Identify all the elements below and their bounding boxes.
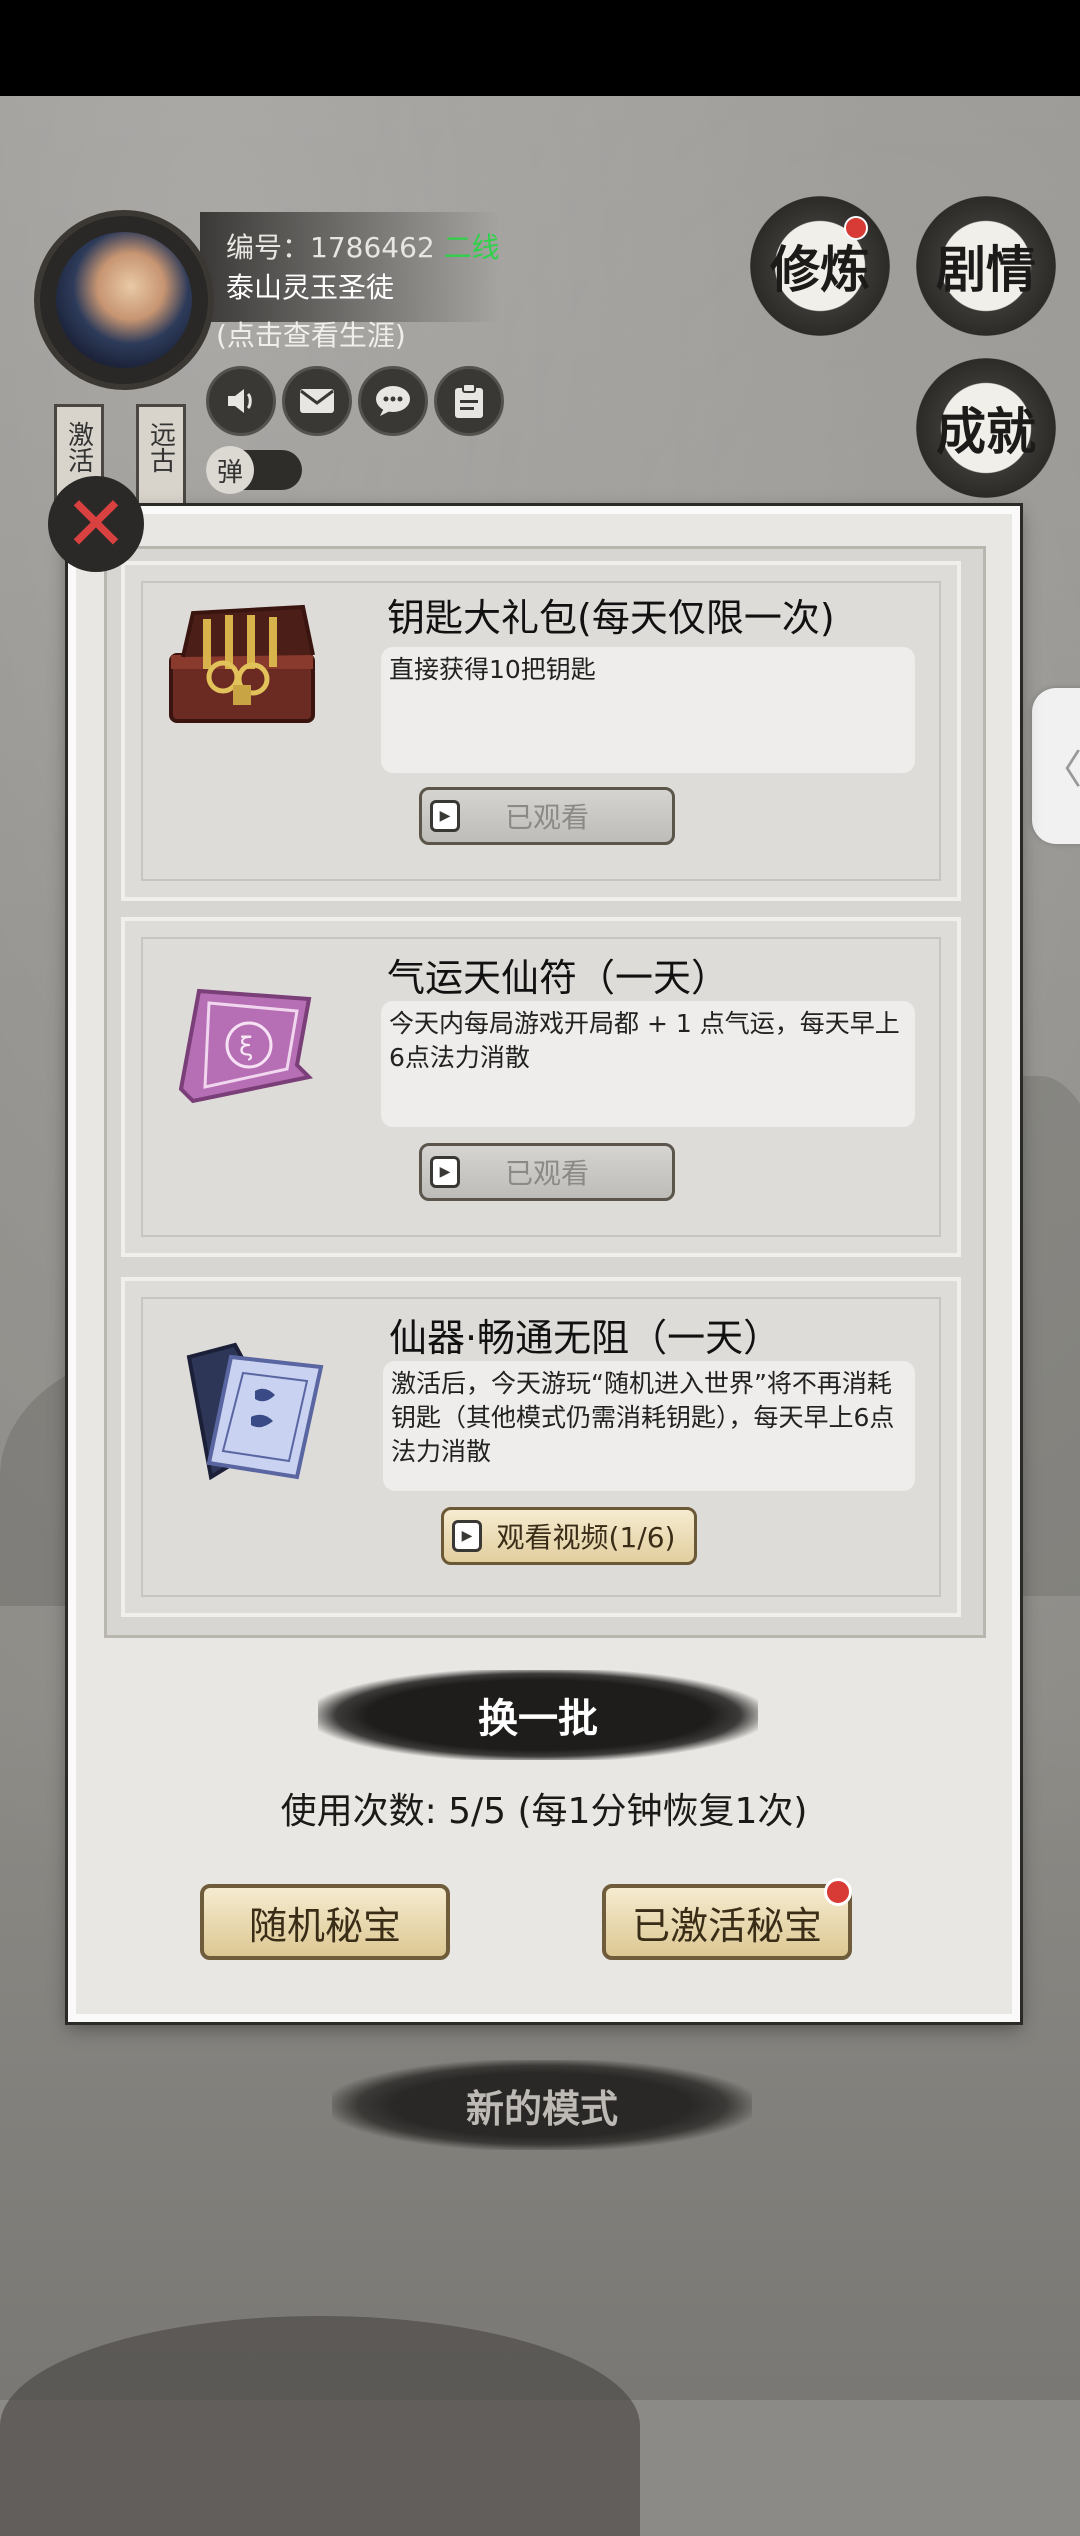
side-drawer-handle[interactable]: 〈 xyxy=(1032,688,1080,844)
mail-button[interactable] xyxy=(282,366,352,436)
mountain-bottom xyxy=(0,2316,640,2536)
barrage-toggle[interactable]: 弹 xyxy=(206,446,302,494)
treasure-modal: 钥匙大礼包(每天仅限一次) 直接获得10把钥匙 ▶ 已观看 ξ 气运天仙符（一天… xyxy=(68,506,1020,2022)
treasure-list: 钥匙大礼包(每天仅限一次) 直接获得10把钥匙 ▶ 已观看 ξ 气运天仙符（一天… xyxy=(104,546,986,1638)
side-tab-label: 远古 xyxy=(145,421,176,473)
talisman-icon: ξ xyxy=(178,988,314,1104)
mail-icon xyxy=(300,389,334,413)
close-button[interactable]: ✕ xyxy=(48,476,144,572)
treasure-card: ξ 气运天仙符（一天） 今天内每局游戏开局都 + 1 点气运，每天早上6点法力消… xyxy=(121,917,961,1257)
player-title: 泰山灵玉圣徒 xyxy=(226,271,395,304)
side-tab-ancient[interactable]: 远古 xyxy=(136,404,186,514)
activated-treasure-label: 已激活秘宝 xyxy=(631,1903,822,1948)
random-treasure-button[interactable]: 随机秘宝 xyxy=(200,1884,450,1960)
watch-button-label: 已观看 xyxy=(504,801,589,834)
usage-count-text: 使用次数: 5/5 (每1分钟恢复1次) xyxy=(280,1791,808,1832)
item-desc-box: 直接获得10把钥匙 xyxy=(381,647,915,773)
player-id: 编号：1786462 xyxy=(226,231,435,264)
watched-button[interactable]: ▶ 已观看 xyxy=(419,787,675,845)
video-play-icon: ▶ xyxy=(452,1520,482,1552)
watch-button-label: 已观看 xyxy=(504,1157,589,1190)
item-desc: 直接获得10把钥匙 xyxy=(389,655,596,684)
watched-button[interactable]: ▶ 已观看 xyxy=(419,1143,675,1201)
chevron-left-icon: 〈 xyxy=(1042,747,1080,793)
notice-button[interactable] xyxy=(434,366,504,436)
video-play-icon: ▶ xyxy=(430,1156,460,1188)
player-server-line: 二线 xyxy=(443,231,500,264)
chat-button[interactable] xyxy=(358,366,428,436)
chat-icon xyxy=(376,386,410,416)
achievement-button[interactable]: 成就 xyxy=(916,358,1056,498)
cultivate-button[interactable]: 修炼 xyxy=(750,196,890,336)
item-title: 气运天仙符（一天） xyxy=(387,956,730,1000)
notification-dot xyxy=(824,1878,852,1906)
svg-text:ξ: ξ xyxy=(239,1032,254,1062)
avatar-frame[interactable] xyxy=(34,210,214,390)
new-mode-button[interactable]: 新的模式 xyxy=(332,2060,752,2150)
refresh-batch-button[interactable]: 换一批 xyxy=(318,1670,758,1760)
treasure-card: 钥匙大礼包(每天仅限一次) 直接获得10把钥匙 ▶ 已观看 xyxy=(121,561,961,901)
cultivate-label: 修炼 xyxy=(770,240,870,299)
watch-button-label: 观看视频(1/6) xyxy=(496,1521,676,1554)
new-mode-label: 新的模式 xyxy=(465,2086,618,2131)
speaker-icon xyxy=(228,389,252,413)
watch-video-button[interactable]: ▶ 观看视频(1/6) xyxy=(441,1507,697,1565)
random-treasure-label: 随机秘宝 xyxy=(248,1903,401,1948)
toggle-knob: 弹 xyxy=(206,446,254,494)
refresh-label: 换一批 xyxy=(478,1696,598,1742)
activated-treasure-button[interactable]: 已激活秘宝 xyxy=(602,1878,852,1960)
treasure-card: 仙器·畅通无阻（一天） 激活后，今天游玩“随机进入世界”将不再消耗钥匙（其他模式… xyxy=(121,1277,961,1617)
avatar xyxy=(56,232,192,368)
artifact-scroll-icon xyxy=(186,1342,324,1481)
item-desc-box: 激活后，今天游玩“随机进入世界”将不再消耗钥匙（其他模式仍需消耗钥匙），每天早上… xyxy=(383,1361,915,1491)
item-desc: 激活后，今天游玩“随机进入世界”将不再消耗钥匙（其他模式仍需消耗钥匙），每天早上… xyxy=(391,1369,895,1466)
status-bar xyxy=(0,0,1080,96)
item-desc: 今天内每局游戏开局都 + 1 点气运，每天早上6点法力消散 xyxy=(389,1009,900,1072)
notification-dot xyxy=(844,216,868,240)
side-tab-label: 激活 xyxy=(63,421,94,473)
video-play-icon: ▶ xyxy=(430,800,460,832)
career-link[interactable]: (点击查看生涯) xyxy=(216,314,406,354)
achievement-label: 成就 xyxy=(936,402,1036,461)
story-label: 剧情 xyxy=(936,240,1036,299)
sound-button[interactable] xyxy=(206,366,276,436)
item-desc-box: 今天内每局游戏开局都 + 1 点气运，每天早上6点法力消散 xyxy=(381,1001,915,1127)
clipboard-icon xyxy=(455,383,483,418)
close-icon: ✕ xyxy=(64,479,128,568)
item-title: 钥匙大礼包(每天仅限一次) xyxy=(387,596,835,640)
player-id-text: 编号：1786462 二线 xyxy=(226,226,500,266)
story-button[interactable]: 剧情 xyxy=(916,196,1056,336)
treasure-chest-icon xyxy=(169,604,315,723)
item-title: 仙器·畅通无阻（一天） xyxy=(389,1316,782,1360)
